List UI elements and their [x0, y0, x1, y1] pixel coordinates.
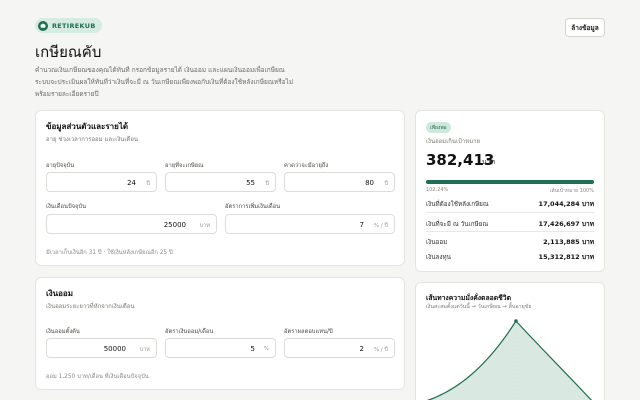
current-age-unit: ปี	[146, 181, 151, 187]
retire-age-label: อายุที่จะเกษียณ	[165, 163, 204, 169]
progress-bar	[426, 180, 594, 184]
summary-row-label: เงินที่จะมี ณ วันเกษียณ	[426, 221, 489, 228]
retire-age-value: 55	[246, 179, 255, 187]
divider	[426, 212, 594, 213]
card-title: เงินออม	[46, 289, 73, 298]
summary-row-value: 17,426,697 บาท	[538, 220, 594, 228]
summary-row-label: เงินที่ต้องใช้หลังเกษียณ	[426, 201, 489, 208]
summary-label: เงินออมเกินเป้าหมาย	[426, 138, 481, 145]
clear-data-button[interactable]: ล้างข้อมูล	[565, 18, 605, 37]
piggy-bank-icon	[38, 20, 48, 31]
progress-fill	[426, 180, 594, 184]
salary-value: 25000	[163, 221, 186, 229]
summary-row-label: เงินออม	[426, 239, 448, 246]
status-badge: เพียงพอ	[426, 122, 451, 133]
current-age-label: อายุปัจจุบัน	[46, 163, 75, 169]
summary-row-value: 15,312,812 บาท	[538, 253, 594, 261]
page-description: คำนวณเงินเกษียณของคุณได้ทันที กรอกข้อมูล…	[35, 66, 294, 98]
progress-percent-label: 102.24%	[426, 187, 449, 193]
initial-savings-label: เงินออมตั้งต้น	[46, 329, 80, 335]
card-title: ข้อมูลส่วนตัวและรายได้	[46, 122, 129, 131]
salary-growth-input[interactable]: 7 % / ปี	[225, 214, 395, 234]
return-rate-value: 2	[359, 345, 364, 353]
return-rate-input[interactable]: 2 % / ปี	[284, 338, 395, 358]
savings-note: ออม 1,250 บาท/เดือน ที่เงินเดือนปัจจุบัน	[46, 374, 149, 380]
wealth-curve-chart	[426, 319, 593, 400]
salary-growth-value: 7	[359, 221, 364, 229]
brand-logo: RETIREKUB	[35, 18, 102, 33]
page-title: เกษียณคับ	[35, 43, 102, 61]
life-expectancy-input[interactable]: 80 ปี	[284, 172, 395, 192]
retire-age-unit: ปี	[265, 181, 270, 187]
life-expectancy-label: คาดว่าจะมีอายุถึง	[284, 163, 329, 169]
summary-row-label: เงินลงทุน	[426, 254, 451, 261]
brand-name: RETIREKUB	[52, 21, 96, 30]
card-title: เส้นทางความมั่งคั่งตลอดชีวิต	[426, 294, 511, 302]
initial-savings-unit: บาท	[139, 347, 150, 353]
salary-input[interactable]: 25000 บาท	[46, 214, 217, 234]
initial-savings-input[interactable]: 50000 บาท	[46, 338, 157, 358]
return-rate-label: อัตราผลตอบแทน/ปี	[284, 329, 333, 335]
life-expectancy-value: 80	[365, 179, 374, 187]
current-age-value: 24	[127, 179, 136, 187]
current-age-input[interactable]: 24 ปี	[46, 172, 157, 192]
surplus-unit: บาท	[482, 158, 495, 166]
life-expectancy-unit: ปี	[384, 181, 389, 187]
retire-point	[514, 319, 518, 323]
personal-note: มีเวลาเก็บเงินอีก 31 ปี · ใช้เงินหลังเกษ…	[46, 250, 173, 256]
initial-savings-value: 50000	[103, 345, 126, 353]
savings-rate-unit: %	[263, 346, 269, 352]
return-rate-unit: % / ปี	[373, 347, 388, 353]
savings-card: เงินออม เงินออมระยะยาวที่หักจากเงินเดือน…	[35, 277, 405, 390]
divider	[426, 231, 594, 232]
salary-growth-label: อัตราการเพิ่มเงินเดือน	[225, 204, 281, 210]
lifeline-chart-card: เส้นทางความมั่งคั่งตลอดชีวิต เงินสะสมตั้…	[415, 282, 605, 400]
savings-rate-input[interactable]: 5 %	[165, 338, 276, 358]
salary-unit: บาท	[199, 223, 210, 229]
summary-row-value: 2,113,885 บาท	[543, 238, 594, 246]
savings-rate-value: 5	[250, 345, 255, 353]
retire-age-input[interactable]: 55 ปี	[165, 172, 276, 192]
personal-info-card: ข้อมูลส่วนตัวและรายได้ อายุ ช่วงเวลาการอ…	[35, 110, 405, 266]
card-subtitle: อายุ ช่วงเวลาการออม และเงินเดือน	[46, 136, 139, 143]
salary-growth-unit: % / ปี	[373, 223, 388, 229]
summary-row-value: 17,044,284 บาท	[538, 200, 594, 208]
progress-target-label: เส้นเป้าหมาย 100%	[549, 188, 594, 194]
card-subtitle: เงินออมระยะยาวที่หักจากเงินเดือน	[46, 303, 135, 310]
salary-label: เงินเดือนปัจจุบัน	[46, 204, 87, 210]
savings-rate-label: อัตราเงินออม/เดือน	[165, 329, 214, 335]
wealth-area	[428, 321, 592, 400]
summary-card: เพียงพอ เงินออมเกินเป้าหมาย 382,413 บาท …	[415, 110, 605, 272]
card-subtitle: เงินสะสมตั้งแต่วันนี้ → วันเกษียณ → สิ้น…	[426, 304, 532, 310]
